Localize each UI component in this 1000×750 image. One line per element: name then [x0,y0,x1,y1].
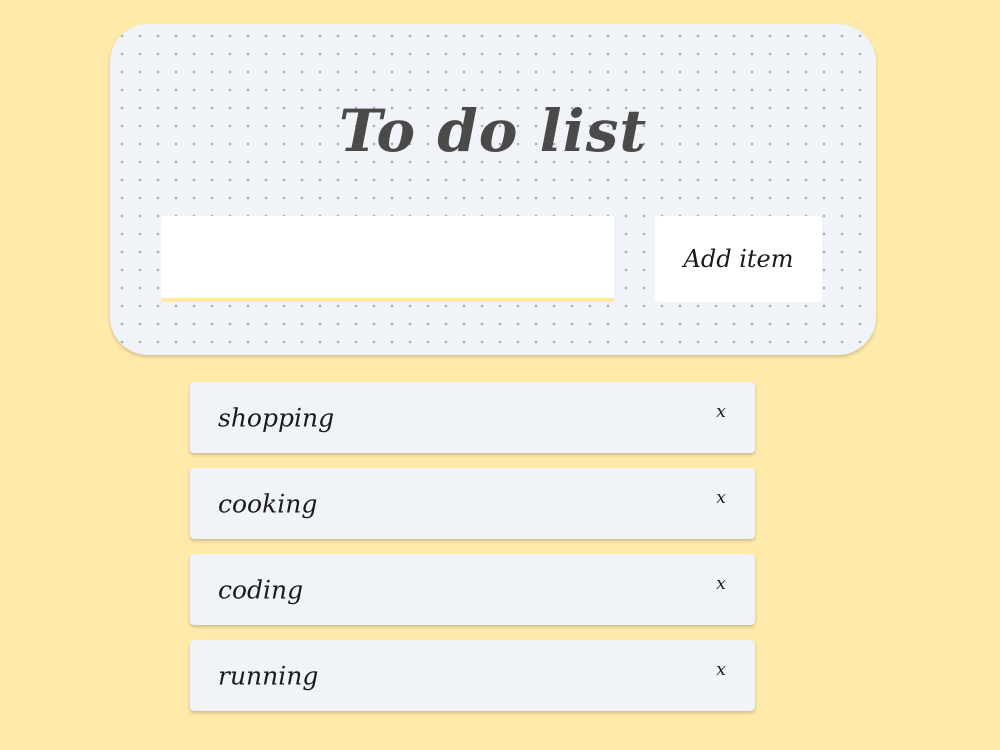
todo-item: cooking x [190,468,755,539]
add-item-button[interactable]: Add item [655,216,822,302]
todo-item-label: running [218,661,319,690]
todo-item-label: coding [218,575,304,604]
todo-item-label: shopping [218,403,335,432]
new-item-input[interactable] [161,216,614,302]
todo-item-label: cooking [218,489,318,518]
todo-list: shopping x cooking x coding x running x [190,382,755,726]
delete-item-button[interactable]: x [709,572,733,596]
todo-item: coding x [190,554,755,625]
delete-item-button[interactable]: x [709,486,733,510]
todo-item: running x [190,640,755,711]
todo-item: shopping x [190,382,755,453]
page-title: To do list [338,97,648,165]
todo-card: To do list Add item [110,24,876,355]
delete-item-button[interactable]: x [709,658,733,682]
delete-item-button[interactable]: x [709,400,733,424]
